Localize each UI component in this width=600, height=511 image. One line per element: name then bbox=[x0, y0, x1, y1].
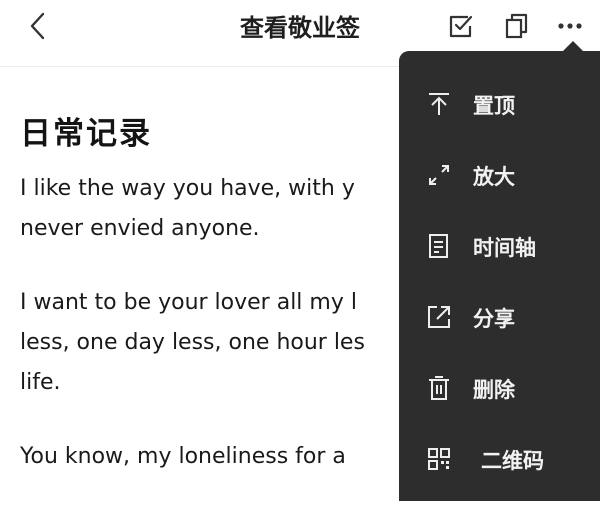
more-icon[interactable] bbox=[556, 12, 584, 40]
copy-icon[interactable] bbox=[503, 12, 531, 40]
share-icon bbox=[428, 306, 450, 328]
menu-item-label: 分享 bbox=[473, 307, 515, 331]
menu-item-pin[interactable]: 置顶 bbox=[399, 77, 600, 133]
checkbox-edit-icon[interactable] bbox=[447, 12, 475, 40]
more-menu: 置顶 放大 时间轴 分享 删除 二维码 bbox=[399, 51, 600, 501]
menu-item-label: 置顶 bbox=[473, 94, 515, 118]
timeline-icon bbox=[429, 234, 448, 258]
menu-item-share[interactable]: 分享 bbox=[399, 290, 600, 346]
menu-item-label: 二维码 bbox=[481, 449, 544, 473]
qr-code-icon bbox=[428, 448, 450, 470]
trash-icon bbox=[429, 376, 449, 400]
menu-item-zoom[interactable]: 放大 bbox=[399, 148, 600, 204]
menu-item-delete[interactable]: 删除 bbox=[399, 361, 600, 417]
menu-item-label: 放大 bbox=[473, 165, 515, 189]
menu-item-label: 删除 bbox=[473, 378, 515, 402]
pin-top-icon bbox=[429, 93, 449, 115]
menu-item-qr[interactable]: 二维码 bbox=[399, 432, 600, 488]
expand-icon bbox=[429, 165, 449, 185]
menu-item-timeline[interactable]: 时间轴 bbox=[399, 219, 600, 275]
menu-item-label: 时间轴 bbox=[473, 236, 536, 260]
